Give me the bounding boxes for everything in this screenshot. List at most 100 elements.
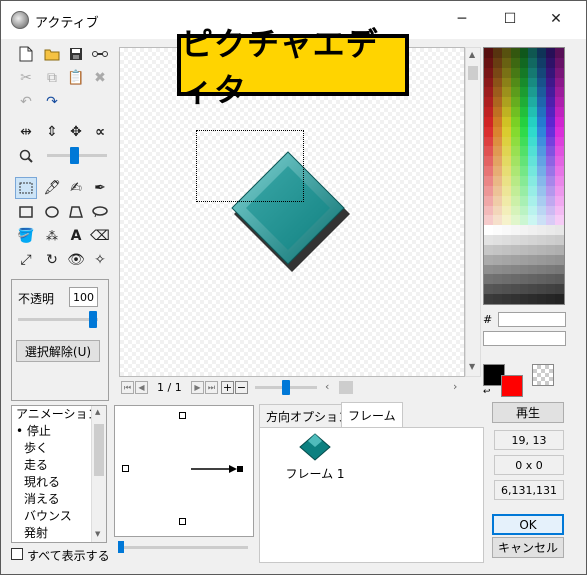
palette-swatch[interactable] (528, 215, 538, 226)
play-button[interactable]: 再生 (492, 402, 564, 423)
new-file-icon[interactable] (15, 43, 37, 65)
palette-swatch[interactable] (555, 48, 564, 58)
palette-swatch[interactable] (555, 107, 564, 117)
palette-swatch[interactable] (555, 215, 564, 226)
select-rect-icon[interactable] (15, 177, 37, 199)
sparkle-icon[interactable]: ✧ (89, 249, 111, 271)
paste-icon[interactable]: 📋 (65, 67, 87, 89)
palette-swatch[interactable] (537, 136, 547, 147)
palette-swatch[interactable] (555, 156, 564, 167)
palette-swatch[interactable] (537, 254, 547, 265)
scroll-right-icon[interactable]: › (453, 380, 457, 393)
scroll-left-icon[interactable]: ‹ (325, 380, 329, 393)
palette-swatch[interactable] (510, 77, 520, 88)
palette-swatch[interactable] (528, 126, 538, 137)
deselect-button[interactable]: 選択解除(U) (16, 340, 100, 362)
scroll-up-icon[interactable]: ▲ (469, 50, 475, 59)
direction-handle-top[interactable] (179, 412, 186, 419)
palette-swatch[interactable] (519, 274, 529, 285)
palette-swatch[interactable] (528, 284, 538, 295)
palette-swatch[interactable] (510, 225, 520, 236)
rectangle-icon[interactable] (15, 201, 37, 223)
palette-swatch[interactable] (537, 205, 547, 216)
selection-rectangle[interactable] (196, 130, 304, 202)
palette-swatch[interactable] (501, 185, 511, 196)
palette-swatch[interactable] (555, 176, 564, 186)
palette-swatch[interactable] (555, 116, 564, 127)
undo-icon[interactable]: ↶ (15, 91, 37, 113)
palette-swatch[interactable] (519, 146, 529, 157)
palette-swatch[interactable] (492, 87, 502, 98)
palette-swatch[interactable] (501, 126, 511, 137)
palette-swatch[interactable] (501, 57, 511, 68)
palette-swatch[interactable] (510, 57, 520, 68)
swap-colors-icon[interactable]: ↩ (483, 387, 491, 397)
palette-swatch[interactable] (492, 166, 502, 176)
palette-swatch[interactable] (510, 205, 520, 216)
transparent-color-swatch[interactable] (532, 364, 554, 386)
palette-swatch[interactable] (546, 77, 556, 88)
animation-list-scrollbar[interactable]: ▲ ▼ (91, 406, 106, 542)
palette-swatch[interactable] (555, 97, 564, 108)
palette-swatch[interactable] (501, 195, 511, 206)
palette-swatch[interactable] (555, 195, 564, 206)
palette-swatch[interactable] (546, 244, 556, 255)
palette-swatch[interactable] (528, 166, 538, 176)
cut-icon[interactable]: ✂ (15, 67, 37, 89)
palette-swatch[interactable] (519, 87, 529, 98)
palette-swatch[interactable] (528, 185, 538, 196)
palette-swatch[interactable] (492, 244, 502, 255)
palette-swatch[interactable] (519, 235, 529, 245)
palette-swatch[interactable] (519, 126, 529, 137)
vscroll-thumb[interactable] (468, 66, 478, 80)
palette-swatch[interactable] (492, 107, 502, 117)
copy-icon[interactable]: ⧉ (41, 67, 63, 89)
palette-swatch[interactable] (528, 244, 538, 255)
palette-swatch[interactable] (484, 97, 493, 108)
palette-swatch[interactable] (484, 77, 493, 88)
palette-swatch[interactable] (484, 126, 493, 137)
palette-swatch[interactable] (546, 284, 556, 295)
palette-swatch[interactable] (501, 284, 511, 295)
palette-swatch[interactable] (484, 176, 493, 186)
palette-swatch[interactable] (510, 294, 520, 304)
animation-list[interactable]: アニメーション • 停止 歩く 走る 現れる 消える バウンス 発射 ▲ ▼ (11, 405, 107, 543)
palette-swatch[interactable] (510, 264, 520, 275)
eye-icon[interactable]: 👁 (65, 249, 87, 271)
palette-swatch[interactable] (555, 235, 564, 245)
palette-swatch[interactable] (484, 146, 493, 157)
palette-swatch[interactable] (484, 195, 493, 206)
palette-swatch[interactable] (492, 136, 502, 147)
palette-swatch[interactable] (546, 136, 556, 147)
hscroll-thumb[interactable] (339, 381, 353, 394)
palette-swatch[interactable] (519, 225, 529, 236)
direction-panel[interactable] (114, 405, 254, 537)
palette-swatch[interactable] (492, 264, 502, 275)
palette-swatch[interactable] (519, 97, 529, 108)
palette-swatch[interactable] (528, 48, 538, 58)
fill-bucket-icon[interactable]: 🪣 (15, 225, 37, 247)
palette-swatch[interactable] (546, 57, 556, 68)
lasso-icon[interactable] (89, 201, 111, 223)
open-folder-icon[interactable] (41, 43, 63, 65)
list-scroll-thumb[interactable] (94, 424, 104, 476)
save-icon[interactable] (65, 43, 87, 65)
palette-swatch[interactable] (546, 264, 556, 275)
palette-swatch[interactable] (492, 205, 502, 216)
eyedropper-icon[interactable]: 🖋 (41, 177, 63, 199)
direction-slider[interactable] (118, 541, 248, 553)
first-frame-icon[interactable]: ⏮ (121, 381, 134, 394)
tab-frames[interactable]: フレーム (341, 402, 403, 428)
palette-swatch[interactable] (501, 146, 511, 157)
palette-swatch[interactable] (546, 126, 556, 137)
flip-horizontal-icon[interactable]: ⇹ (15, 121, 37, 143)
hex-input[interactable] (498, 312, 566, 327)
palette-swatch[interactable] (555, 264, 564, 275)
palette-swatch[interactable] (501, 215, 511, 226)
palette-swatch[interactable] (528, 254, 538, 265)
palette-swatch[interactable] (492, 116, 502, 127)
palette-swatch[interactable] (501, 156, 511, 167)
palette-swatch[interactable] (501, 116, 511, 127)
ellipse-icon[interactable] (41, 201, 63, 223)
cancel-button[interactable]: キャンセル (492, 537, 564, 558)
